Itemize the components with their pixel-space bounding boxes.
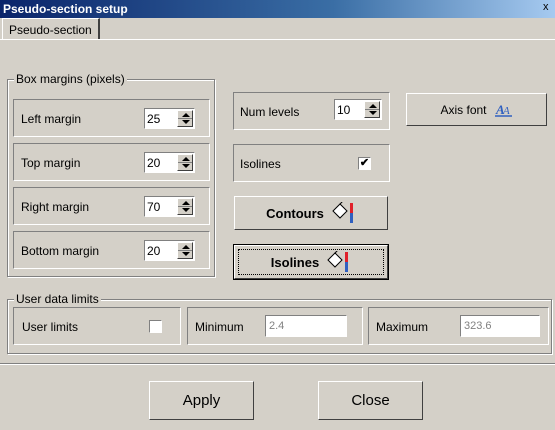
user-limits-checkbox[interactable] <box>149 320 162 333</box>
footer-bar: Apply Close <box>0 363 555 430</box>
spinner-arrows-icon[interactable] <box>177 242 193 259</box>
top-margin-panel: Top margin 20 <box>13 143 210 181</box>
left-margin-label: Left margin <box>21 112 82 126</box>
isolines-check-label: Isolines <box>240 157 281 171</box>
title-bar[interactable]: Pseudo-section setup x <box>0 0 555 18</box>
top-margin-spinner[interactable]: 20 <box>144 152 195 173</box>
right-margin-label: Right margin <box>21 200 90 214</box>
font-a-icon: A A <box>494 102 512 117</box>
close-icon[interactable]: x <box>543 1 553 15</box>
right-margin-panel: Right margin 70 <box>13 187 210 225</box>
maximum-panel: Maximum 323.6 <box>368 307 549 345</box>
maximum-input[interactable]: 323.6 <box>460 315 540 337</box>
num-levels-label: Num levels <box>240 105 300 119</box>
user-data-limits-legend: User data limits <box>14 292 101 306</box>
bottom-margin-panel: Bottom margin 20 <box>13 231 210 269</box>
isolines-checkbox[interactable]: ✔ <box>358 157 371 170</box>
right-margin-spinner[interactable]: 70 <box>144 196 195 217</box>
focus-rect <box>238 249 384 275</box>
left-margin-spinner[interactable]: 25 <box>144 108 195 129</box>
bottom-margin-label: Bottom margin <box>21 244 100 258</box>
close-button[interactable]: Close <box>318 381 423 420</box>
minimum-input[interactable]: 2.4 <box>265 315 347 337</box>
isolines-check-panel: Isolines ✔ <box>233 144 390 182</box>
right-margin-value: 70 <box>147 200 161 214</box>
left-margin-value: 25 <box>147 112 161 126</box>
contours-button[interactable]: Contours <box>234 196 388 230</box>
bottom-margin-spinner[interactable]: 20 <box>144 240 195 261</box>
close-label: Close <box>351 392 390 409</box>
spinner-arrows-icon[interactable] <box>177 110 193 127</box>
box-margins-legend: Box margins (pixels) <box>14 72 127 86</box>
minimum-label: Minimum <box>195 320 244 334</box>
tab-pane: Box margins (pixels) Left margin 25 Top … <box>0 39 555 364</box>
top-margin-label: Top margin <box>21 156 81 170</box>
apply-label: Apply <box>182 392 221 409</box>
minimum-panel: Minimum 2.4 <box>187 307 363 345</box>
axis-font-button[interactable]: Axis font A A <box>406 93 547 126</box>
user-limits-label: User limits <box>22 320 78 334</box>
svg-text:A: A <box>502 105 510 117</box>
axis-font-label: Axis font <box>440 102 487 117</box>
spinner-arrows-icon[interactable] <box>177 154 193 171</box>
left-margin-panel: Left margin 25 <box>13 99 210 137</box>
num-levels-value: 10 <box>337 103 351 117</box>
window-title: Pseudo-section setup <box>3 2 128 16</box>
maximum-label: Maximum <box>376 320 429 334</box>
user-limits-panel: User limits <box>13 307 181 345</box>
tab-pseudo-section[interactable]: Pseudo-section <box>2 18 100 40</box>
spinner-arrows-icon[interactable] <box>364 101 380 118</box>
top-margin-value: 20 <box>147 156 161 170</box>
tab-label: Pseudo-section <box>9 22 92 37</box>
spinner-arrows-icon[interactable] <box>177 198 193 215</box>
paint-bucket-icon <box>332 202 353 223</box>
num-levels-spinner[interactable]: 10 <box>334 99 382 120</box>
contours-label: Contours <box>266 205 324 221</box>
num-levels-panel: Num levels 10 <box>233 92 390 130</box>
apply-button[interactable]: Apply <box>149 381 254 420</box>
bottom-margin-value: 20 <box>147 244 161 258</box>
isolines-button[interactable]: Isolines <box>233 244 389 280</box>
dialog-window: Pseudo-section setup x Pseudo-section Bo… <box>0 0 555 430</box>
